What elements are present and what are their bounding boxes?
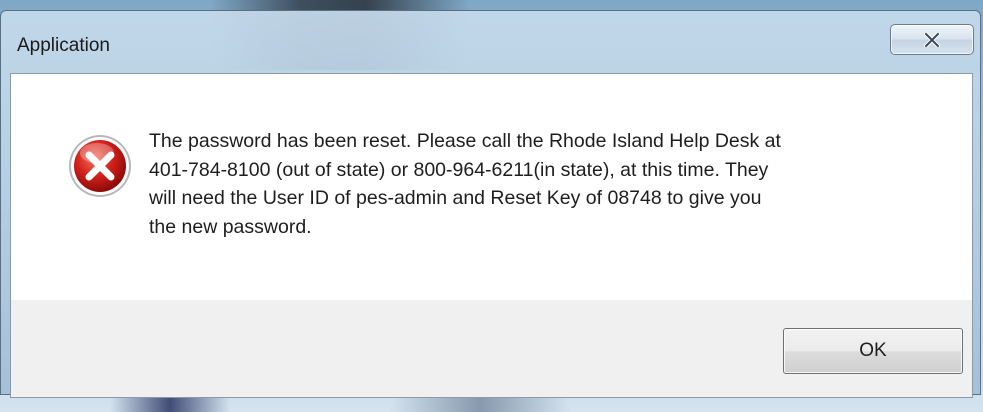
title-bar[interactable]: Application [1, 11, 980, 73]
message-dialog-window: Application The password has been reset.… [0, 10, 981, 398]
close-icon [924, 33, 940, 47]
close-button[interactable] [890, 24, 974, 55]
error-message-text: The password has been reset. Please call… [149, 130, 781, 238]
error-icon [69, 135, 131, 197]
ok-button[interactable]: OK [783, 328, 963, 374]
dialog-client-area: The password has been reset. Please call… [10, 73, 973, 398]
message-area: The password has been reset. Please call… [11, 74, 972, 300]
window-title: Application [17, 35, 110, 56]
